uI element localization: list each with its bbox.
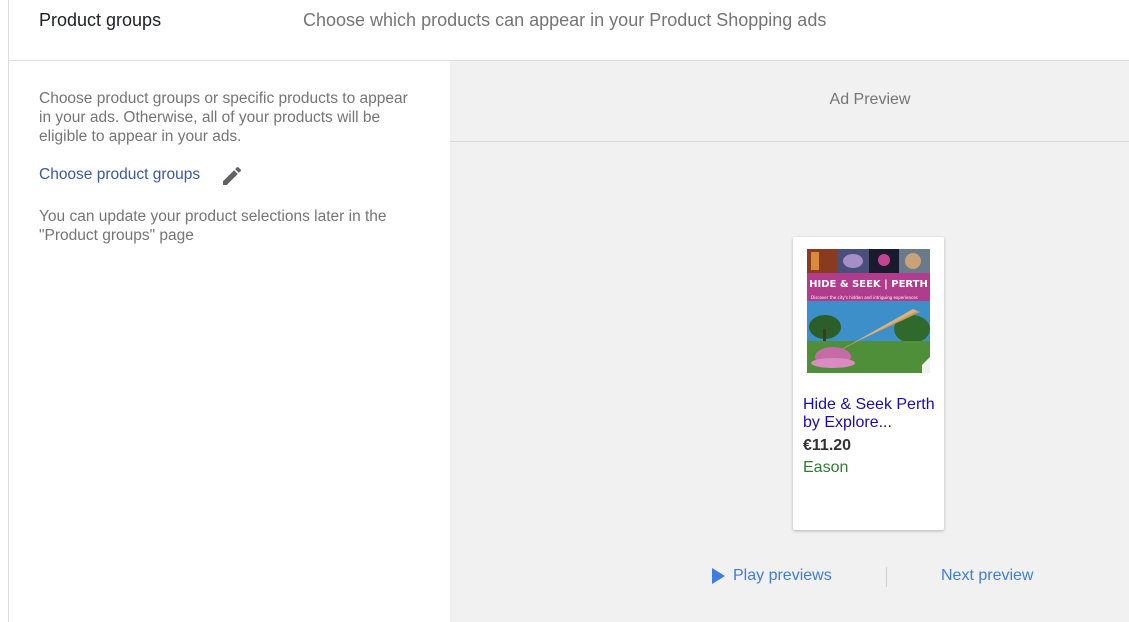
ad-preview-panel: Ad Preview HIDE & SEEK | PERTH Discover — [450, 61, 1129, 622]
update-later-note: You can update your product selections l… — [39, 208, 387, 244]
ad-title-line-1: Hide & Seek Perth — [803, 396, 935, 413]
ad-title-line-2: by Explore... — [803, 414, 892, 431]
pencil-icon[interactable] — [220, 164, 244, 188]
ad-preview-title: Ad Preview — [829, 91, 911, 108]
product-groups-panel: Choose product groups or specific produc… — [9, 61, 450, 622]
product-image: HIDE & SEEK | PERTH Discover the city's … — [807, 249, 930, 373]
ad-product-title[interactable]: Hide & Seek Perth by Explore... — [803, 396, 938, 432]
image-banner-text: HIDE & SEEK | PERTH — [809, 279, 928, 290]
ad-price: €11.20 — [803, 437, 852, 454]
play-previews-button[interactable]: Play previews — [712, 567, 832, 585]
image-subtitle-text: Discover the city's hidden and intriguin… — [811, 295, 918, 300]
section-description: Choose which products can appear in your… — [303, 10, 827, 30]
button-divider — [886, 567, 887, 587]
shopping-ad-card[interactable]: HIDE & SEEK | PERTH Discover the city's … — [793, 237, 944, 530]
choose-product-groups-link[interactable]: Choose product groups — [39, 166, 200, 184]
ad-preview-header: Ad Preview — [450, 61, 1129, 142]
next-preview-button[interactable]: Next preview — [941, 567, 1033, 585]
intro-text: Choose product groups or specific produc… — [39, 90, 408, 145]
play-previews-label: Play previews — [733, 567, 832, 584]
section-header: Product groups Choose which products can… — [9, 0, 1129, 61]
ad-store-name: Eason — [803, 459, 849, 476]
play-icon — [712, 568, 725, 584]
page: Product groups Choose which products can… — [0, 0, 1129, 622]
section-title: Product groups — [39, 10, 162, 30]
